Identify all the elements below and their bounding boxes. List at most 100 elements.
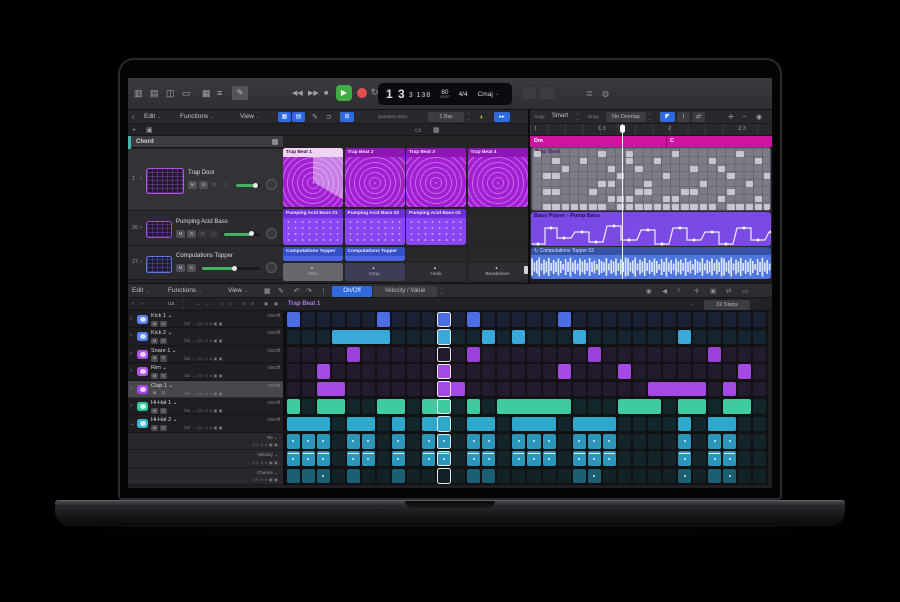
step-cell[interactable] [377,382,390,397]
midi-note[interactable] [635,189,642,195]
midi-note[interactable] [654,158,661,164]
step-cell-active[interactable] [467,469,480,484]
step-cell[interactable] [332,451,345,466]
step-cell-active[interactable] [347,434,360,449]
step-cell[interactable] [558,382,571,397]
live-loops-cell[interactable]: Pumping Acid Bass 02 [345,209,405,245]
midi-note[interactable] [644,181,651,187]
step-cell[interactable] [377,469,390,484]
step-cell[interactable] [753,469,766,484]
step-cell[interactable] [452,451,465,466]
steps-stepper[interactable]: ⌃⌄ [753,301,756,308]
live-loops-cell[interactable]: Trap Beat 1 [283,148,343,207]
step-cell[interactable] [377,364,390,379]
step-cell[interactable] [407,364,420,379]
step-cell-active[interactable] [603,451,616,466]
midi-region[interactable]: Trap Beat [531,147,771,211]
step-cell[interactable] [738,382,751,397]
zoom-out-icon[interactable]: − [742,113,746,122]
step-cell[interactable] [753,417,766,432]
step-cell[interactable] [558,434,571,449]
step-cell-active[interactable] [723,434,736,449]
step-cell-active[interactable] [317,399,345,414]
automation-point[interactable] [550,227,553,230]
seq-track-row[interactable]: ›Kick 2 ⌄MS/16 → ◁ ▷ ∨ ∧ ▣ ▣On/Off [128,328,283,345]
mixer-icon[interactable]: ≡ [217,88,222,98]
step-cell-active[interactable] [512,330,525,345]
step-cell[interactable] [588,330,601,345]
midi-note[interactable] [681,204,688,210]
undo-icon[interactable]: ↶ [294,287,300,296]
automation-line[interactable] [531,226,771,244]
ll-menu-view[interactable]: View⌄ [240,113,260,120]
step-cell-active[interactable] [437,382,465,397]
midi-note[interactable] [562,166,569,172]
step-cell[interactable] [407,312,420,327]
midi-note[interactable] [626,196,633,202]
step-cell[interactable] [753,382,766,397]
step-cell[interactable] [678,364,691,379]
pointer-tool-button[interactable]: ◤ [660,112,675,122]
step-cell[interactable] [512,382,525,397]
step-cell-active[interactable] [708,434,721,449]
step-cell[interactable] [663,364,676,379]
step-cell-active[interactable] [482,434,495,449]
step-cell[interactable] [392,364,405,379]
row-disclosure-icon[interactable]: › [130,316,132,322]
midi-note[interactable] [580,158,587,164]
quick-help-icon[interactable]: ▭ [182,88,191,99]
step-cell-active[interactable] [678,417,691,432]
step-cell-active[interactable] [678,469,691,484]
step-cell-active[interactable] [422,417,450,432]
step-cell[interactable] [603,312,616,327]
ruler[interactable] [530,124,772,136]
step-cell[interactable] [543,347,556,362]
step-cell[interactable] [618,330,631,345]
midi-note[interactable] [626,151,633,157]
midi-note[interactable] [562,204,569,210]
step-cell[interactable] [618,434,631,449]
step-cell-active[interactable] [588,434,601,449]
step-cell[interactable] [407,469,420,484]
row-s-button[interactable]: S [160,373,167,380]
row-mini-controls[interactable]: /16 → ◁ ▷ ∨ ∧ ▣ ▣ [184,321,223,326]
step-cell[interactable] [648,417,661,432]
step-cell[interactable] [618,312,631,327]
automation-region[interactable]: Bass Player - Pump Bass [531,212,771,246]
step-cell-active[interactable] [678,399,706,414]
step-cell-active[interactable] [317,451,330,466]
step-cell-active[interactable] [317,469,330,484]
automation-point[interactable] [537,243,540,246]
mode-velocity-button[interactable]: Velocity / Value [373,286,437,297]
track-r-button[interactable]: R [198,230,207,238]
list-editors-icon[interactable]: ≣ [586,89,593,98]
step-cell-active[interactable] [467,312,480,327]
quantize-stepper[interactable]: ⌃⌄ [467,113,470,120]
volume-slider[interactable] [236,184,260,187]
step-cell[interactable] [573,382,586,397]
forward-button[interactable]: ▶▶ [308,89,319,98]
step-cell-active[interactable] [392,417,405,432]
step-cell-active[interactable] [422,451,435,466]
row-disclosure-icon[interactable]: › [130,386,132,392]
step-cell-active[interactable] [527,434,540,449]
automation-point[interactable] [679,227,682,230]
loop-brace-icon[interactable]: ⊃ [326,113,332,122]
step-cell-active[interactable] [708,417,736,432]
step-cell-active[interactable] [377,312,390,327]
step-cell-active[interactable] [723,382,736,397]
step-cell[interactable] [693,347,706,362]
empty-cell[interactable] [406,247,466,261]
step-cell-active[interactable] [618,364,631,379]
step-cell[interactable] [648,364,661,379]
step-cell[interactable] [527,312,540,327]
midi-note[interactable] [672,196,679,202]
step-cell[interactable] [648,312,661,327]
step-cell[interactable] [588,312,601,327]
step-cell[interactable] [497,382,510,397]
step-cell[interactable] [753,330,766,345]
seq-track-row[interactable]: ›Kick 1 ⌄MS/16 → ◁ ▷ ∨ ∧ ▣ ▣On/Off [128,311,283,328]
step-cell-active[interactable] [347,347,360,362]
step-cell[interactable] [332,364,345,379]
row-m-button[interactable]: M [151,321,158,328]
